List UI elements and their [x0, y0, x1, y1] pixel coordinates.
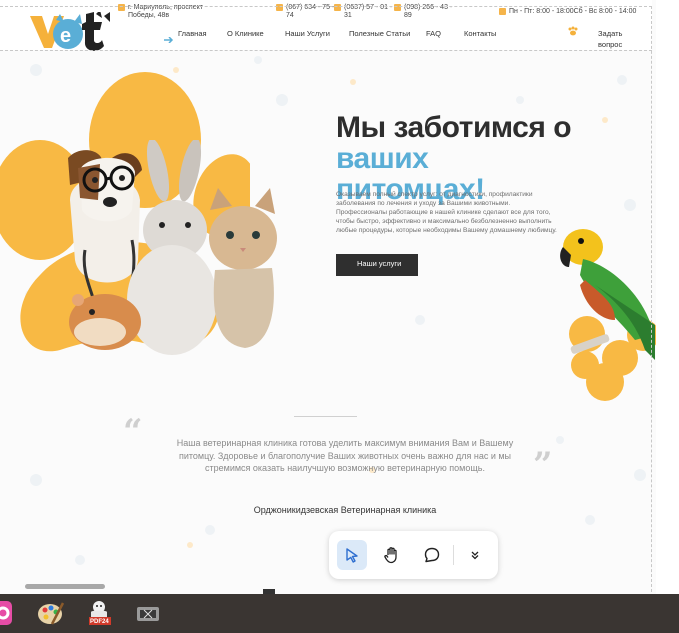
taskbar-app-pink[interactable] [0, 598, 18, 628]
nav-articles[interactable]: Полезные Статьи [349, 29, 410, 38]
parrot-image [560, 229, 655, 360]
hand-icon [384, 547, 397, 564]
more-tools-button[interactable] [460, 540, 490, 570]
site-header: e г. Мариуполь, проспект Победы, 48в (06… [0, 0, 652, 52]
app-icon-pink [0, 601, 12, 625]
pointer-tool-button[interactable] [337, 540, 367, 570]
taskbar-media[interactable] [134, 598, 164, 628]
chevrons-down-icon [471, 551, 479, 560]
comment-icon [424, 547, 440, 563]
website-page: e г. Мариуполь, проспект Победы, 48в (06… [0, 0, 656, 594]
paint-icon [38, 602, 65, 625]
phone-1-part-2: 74 [286, 12, 294, 19]
hours-text: Пн - Пт: 8:00 - 18:00Сб - Вс 8:00 - 14:0… [509, 8, 637, 15]
media-icon [137, 607, 159, 621]
comment-tool-button[interactable] [417, 540, 447, 570]
working-hours: Пн - Пт: 8:00 - 18:00Сб - Вс 8:00 - 14:0… [499, 8, 636, 16]
quote-author: Орджоникидзевская Ветеринарная клиника [253, 505, 437, 515]
taskbar-pdf24[interactable]: PDF24 [86, 598, 116, 628]
quote-divider [294, 416, 357, 417]
phone-3-part-2: 89 [404, 12, 412, 19]
our-services-button[interactable]: Наши услуги [336, 254, 418, 276]
frame-border-top [0, 6, 652, 7]
home-paw-icon [164, 30, 174, 44]
close-quote-icon: ” [533, 445, 553, 485]
hand-tool-button[interactable] [377, 540, 407, 570]
quote-text: Наша ветеринарная клиника готова уделить… [176, 438, 514, 473]
hero-title-line-1: Мы заботимся о [336, 111, 572, 144]
clock-icon [499, 8, 506, 15]
nav-services[interactable]: Наши Услуги [285, 29, 330, 38]
vet-logo[interactable]: e [30, 12, 114, 52]
frame-border-header [0, 50, 652, 51]
paw-icon [568, 26, 578, 36]
ask-line-1: Задать [598, 29, 623, 38]
taskbar-paint[interactable] [36, 598, 66, 628]
hero-title-line-2: ваших [336, 142, 429, 175]
floating-toolbar [329, 531, 498, 579]
toolbar-separator [453, 545, 454, 565]
nav-faq[interactable]: FAQ [426, 29, 441, 38]
phone-2-part-2: 31 [344, 12, 352, 19]
hero-description: Оказываем полный спектр услуг: от диагно… [336, 191, 557, 234]
ask-question-link[interactable]: Задать вопрос [598, 28, 622, 50]
nav-home[interactable]: Главная [178, 29, 207, 38]
pdf24-label: PDF24 [90, 619, 109, 625]
horizontal-scrollbar[interactable] [25, 584, 105, 589]
nav-contacts[interactable]: Контакты [464, 29, 496, 38]
svg-text:e: e [60, 25, 71, 47]
os-taskbar: PDF24 [0, 594, 679, 633]
address-line-2: Победы, 48в [128, 12, 170, 19]
pets-image [68, 140, 277, 355]
kitten-illustration [209, 188, 277, 348]
open-quote-icon: “ [123, 412, 143, 452]
pointer-icon [346, 548, 358, 563]
hamster-illustration [69, 294, 141, 350]
nav-about[interactable]: О Клинике [227, 29, 264, 38]
frame-border-right [651, 6, 652, 592]
ask-line-2: вопрос [598, 40, 623, 49]
